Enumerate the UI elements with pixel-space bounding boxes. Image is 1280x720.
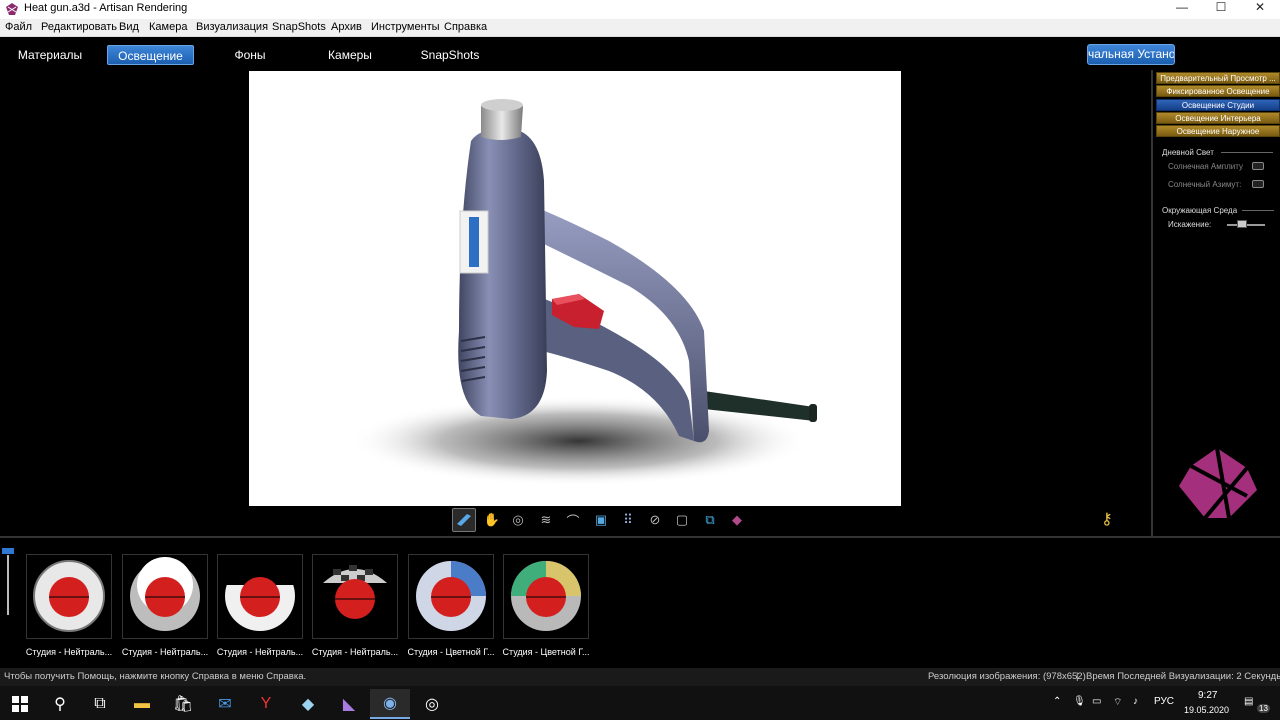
lighting-option-outdoor[interactable]: Освещение Наружное <box>1156 125 1280 137</box>
material-tool-icon[interactable] <box>452 508 476 532</box>
heat-gun-render <box>349 99 817 486</box>
thumbnail-label: Студия - Цветной Г... <box>502 647 590 657</box>
thumbnail-label: Студия - Нейтраль... <box>25 647 113 657</box>
file-explorer-icon[interactable]: ▬ <box>122 689 162 719</box>
environment-thumbnail[interactable] <box>26 554 112 639</box>
artisan-logo-icon <box>6 3 18 15</box>
window-title: Heat gun.a3d - Artisan Rendering <box>24 2 188 14</box>
tab-snapshots[interactable]: SnapShots <box>410 45 490 65</box>
lighting-option-fixed[interactable]: Фиксированное Освещение <box>1156 85 1280 97</box>
menu-file[interactable]: Файл <box>5 21 32 33</box>
volume-icon[interactable]: ♪ <box>1133 696 1138 707</box>
light-tool-icon[interactable]: ≋ <box>534 508 558 532</box>
sun-azimuth-label: Солнечный Азимут: <box>1168 180 1242 189</box>
strip-scrollbar[interactable] <box>7 555 9 615</box>
clock-date[interactable]: 19.05.2020 <box>1184 705 1229 715</box>
sun-azimuth-button[interactable] <box>1252 180 1264 188</box>
menu-snapshots[interactable]: SnapShots <box>272 21 326 33</box>
minimize-button[interactable]: — <box>1162 0 1202 19</box>
thumbnail-label: Студия - Нейтраль... <box>216 647 304 657</box>
task-view-icon[interactable]: ⧉ <box>80 689 120 719</box>
menu-view[interactable]: Вид <box>119 21 139 33</box>
menu-camera[interactable]: Камера <box>149 21 187 33</box>
distortion-slider-knob[interactable] <box>1237 220 1247 228</box>
language-indicator[interactable]: РУС <box>1154 696 1174 707</box>
preset-button[interactable]: чальная Установ <box>1087 44 1175 65</box>
tab-cameras[interactable]: Камеры <box>315 45 385 65</box>
menu-bar: Файл Редактировать Вид Камера Визуализац… <box>0 19 1280 37</box>
maximize-button[interactable]: ☐ <box>1201 0 1241 19</box>
thumbnail-label: Студия - Нейтраль... <box>121 647 209 657</box>
snapshot-tool-icon[interactable]: ⧉ <box>698 508 722 532</box>
clock-time[interactable]: 9:27 <box>1198 690 1217 701</box>
environment-label: Окружающая Среда <box>1162 206 1238 215</box>
close-button[interactable]: ✕ <box>1240 0 1280 19</box>
tab-lighting[interactable]: Освещение <box>107 45 194 65</box>
thumbnail-label: Студия - Нейтраль... <box>311 647 399 657</box>
lighting-option-preview[interactable]: Предварительный Просмотр ... <box>1156 72 1280 84</box>
menu-help[interactable]: Справка <box>444 21 487 33</box>
taskbar: ⚲ ⧉ ▬ 🛍 ✉ Y ◆ ◣ ◉ ◎ ⌃ 🎙 ▭ ⌔ ♪ РУС 9:27 1… <box>0 686 1280 720</box>
search-icon[interactable]: ⚲ <box>40 689 80 719</box>
environment-thumbnail[interactable] <box>122 554 208 639</box>
tab-backgrounds[interactable]: Фоны <box>215 45 285 65</box>
title-bar: Heat gun.a3d - Artisan Rendering — ☐ ✕ <box>0 0 1280 19</box>
menu-archive[interactable]: Архив <box>331 21 362 33</box>
lighting-option-studio[interactable]: Освещение Студии <box>1156 99 1280 111</box>
render-tool-icon[interactable]: ◆ <box>725 508 749 532</box>
status-separator: | <box>1076 671 1079 682</box>
menu-render[interactable]: Визуализация <box>196 21 268 33</box>
environment-thumbnail[interactable] <box>503 554 589 639</box>
environment-thumbnail[interactable] <box>312 554 398 639</box>
wifi-icon[interactable]: ⌔ <box>1113 696 1122 709</box>
distortion-label: Искажение: <box>1168 220 1212 229</box>
yandex-browser-icon[interactable]: Y <box>246 689 286 719</box>
thumbnail-label: Студия - Цветной Г... <box>407 647 495 657</box>
box-tool-icon[interactable]: ▣ <box>589 508 613 532</box>
lighting-option-interior[interactable]: Освещение Интерьера <box>1156 112 1280 124</box>
daylight-label: Дневной Свет <box>1162 148 1214 157</box>
menu-edit[interactable]: Редактировать <box>41 21 117 33</box>
sun-altitude-label: Солнечная Амплиту <box>1168 162 1243 171</box>
sun-altitude-button[interactable] <box>1252 162 1264 170</box>
battery-icon[interactable]: ▭ <box>1092 696 1101 707</box>
microphone-icon[interactable]: 🎙 <box>1073 696 1086 707</box>
strip-scroll-indicator[interactable] <box>2 548 14 554</box>
environment-thumbnail[interactable] <box>408 554 494 639</box>
rotate-icon[interactable]: ◎ <box>506 508 530 532</box>
tab-materials[interactable]: Материалы <box>10 45 90 65</box>
status-bar: Чтобы получить Помощь, нажмите кнопку Сп… <box>0 668 1280 686</box>
artisan-taskbar-icon[interactable]: ◉ <box>370 689 410 719</box>
status-render-time: Время Последней Визуализации: 2 Секунды <box>1086 671 1280 682</box>
status-resolution: Резолюция изображения: (978x652) <box>928 671 1086 682</box>
tray-chevron-icon[interactable]: ⌃ <box>1053 696 1061 707</box>
status-help-text: Чтобы получить Помощь, нажмите кнопку Сп… <box>4 671 307 682</box>
pan-hand-icon[interactable]: ✋ <box>480 508 504 532</box>
panel-divider <box>0 536 1280 538</box>
divider <box>1221 152 1273 153</box>
grid-tool-icon[interactable]: ⠿ <box>616 508 640 532</box>
notification-icon[interactable]: ▤ <box>1244 696 1253 707</box>
store-icon[interactable]: 🛍 <box>163 689 203 719</box>
arc-tool-icon[interactable]: ⌒ <box>561 508 585 532</box>
mail-icon[interactable]: ✉ <box>205 689 245 719</box>
app-icon[interactable]: ◆ <box>288 689 328 719</box>
windows-start-icon[interactable] <box>0 689 40 719</box>
key-icon[interactable]: ⚷ <box>1101 509 1113 529</box>
divider <box>1242 210 1274 211</box>
visual-studio-icon[interactable]: ◣ <box>329 689 369 719</box>
notification-badge: 13 <box>1257 704 1270 713</box>
lighting-panel: Предварительный Просмотр ... Фиксированн… <box>1151 70 1280 537</box>
render-viewport[interactable] <box>249 71 901 506</box>
environment-thumbnail[interactable] <box>217 554 303 639</box>
artisan-logo <box>1179 447 1257 520</box>
menu-tools[interactable]: Инструменты <box>371 21 440 33</box>
disable-tool-icon[interactable]: ⊘ <box>643 508 667 532</box>
obs-icon[interactable]: ◎ <box>412 689 452 719</box>
frame-tool-icon[interactable]: ▢ <box>670 508 694 532</box>
